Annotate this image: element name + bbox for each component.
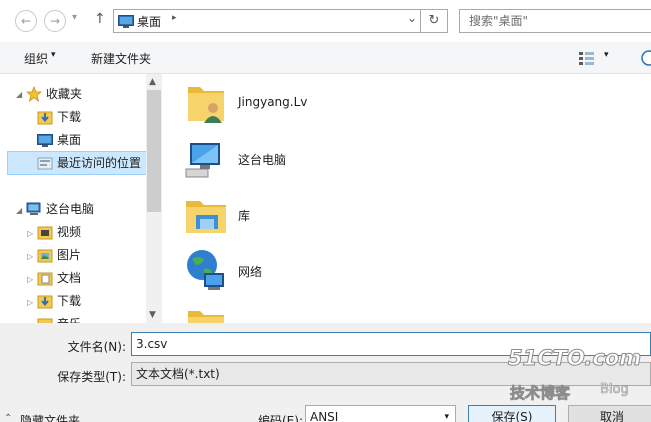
scroll-down-arrow-icon[interactable]: ▼ <box>149 310 156 320</box>
videos-folder-icon <box>37 226 53 240</box>
nav-label: 文档 <box>57 271 82 285</box>
list-item-user-folder[interactable]: Jingyang.Lv <box>182 77 382 129</box>
user-folder-icon <box>188 87 224 123</box>
computer-icon <box>185 143 220 178</box>
item-label: 库 <box>238 209 251 223</box>
list-item-this-pc[interactable]: 这台电脑 <box>182 133 382 185</box>
filename-input[interactable]: 3.csv <box>131 332 651 356</box>
organize-button[interactable]: 组织 <box>24 50 48 67</box>
pictures-folder-icon <box>37 249 53 263</box>
address-bar[interactable]: 桌面 ▸ ⌄ <box>113 9 421 33</box>
nav-label: 下载 <box>57 110 82 124</box>
item-label: 网络 <box>238 265 263 279</box>
address-toolbar: ← → ▾ ↑ 桌面 ▸ ⌄ ↻ 搜索"桌面" <box>0 0 651 42</box>
back-button[interactable]: ← <box>15 10 37 32</box>
nav-label: 视频 <box>57 225 82 239</box>
file-list: Jingyang.Lv 这台电脑 库 网络 <box>162 74 651 323</box>
new-folder-button[interactable]: 新建文件夹 <box>91 50 151 67</box>
view-caret-icon[interactable]: ▾ <box>604 50 609 60</box>
music-folder-icon <box>37 318 53 323</box>
desktop-icon <box>37 134 53 147</box>
expand-icon[interactable]: ▷ <box>27 275 33 284</box>
command-bar: 组织 ▾ 新建文件夹 ▾ <box>0 42 651 74</box>
search-input[interactable]: 搜索"桌面" <box>459 9 651 33</box>
documents-folder-icon <box>37 272 53 286</box>
network-icon <box>187 250 224 290</box>
expand-icon[interactable]: ▷ <box>27 252 33 261</box>
filetype-value: 文本文档(*.txt) <box>136 367 220 381</box>
chevron-down-icon: ▾ <box>444 412 449 422</box>
help-icon[interactable] <box>641 50 651 66</box>
save-button[interactable]: 保存(S) <box>468 405 556 422</box>
list-item-libraries[interactable]: 库 <box>182 189 382 241</box>
encoding-label: 编码(E): <box>258 414 303 422</box>
nav-label: 音乐 <box>57 313 81 323</box>
filetype-select[interactable]: 文本文档(*.txt) <box>131 362 651 386</box>
star-icon <box>26 86 42 102</box>
address-dropdown-button[interactable]: ⌄ <box>407 11 417 25</box>
desktop-icon <box>118 15 134 28</box>
nav-label: 图片 <box>57 248 82 262</box>
breadcrumb-desktop[interactable]: 桌面 <box>137 13 161 30</box>
up-button[interactable]: ↑ <box>94 11 106 27</box>
item-label: 这台电脑 <box>238 153 287 167</box>
hide-folders-button[interactable]: 隐藏文件夹 <box>20 412 80 422</box>
expand-collapse-icon[interactable]: ◢ <box>16 90 22 99</box>
filename-label: 文件名(N): <box>67 340 126 354</box>
expand-icon[interactable]: ▷ <box>27 229 33 238</box>
list-item-network[interactable]: 网络 <box>182 245 382 297</box>
downloads-folder-icon <box>37 111 53 125</box>
organize-caret-icon: ▾ <box>51 50 56 60</box>
cancel-button[interactable]: 取消 <box>568 405 651 422</box>
refresh-button[interactable]: ↻ <box>421 9 448 33</box>
nav-label: 最近访问的位置 <box>57 156 142 170</box>
encoding-select[interactable]: ANSI ▾ <box>305 405 456 422</box>
nav-label: 下载 <box>57 294 82 308</box>
scroll-up-arrow-icon[interactable]: ▲ <box>149 77 156 87</box>
filetype-label: 保存类型(T): <box>57 370 126 384</box>
navigation-pane: ◢ 收藏夹 下载 桌面 最近访问的位置 ◢ 这台电脑 ▷ 视频 ▷ 图片 ▷ 文… <box>0 74 161 323</box>
folder-icon <box>188 311 224 323</box>
nav-scrollbar[interactable]: ▲ ▼ <box>146 74 162 323</box>
computer-icon <box>26 202 41 215</box>
expand-icon[interactable]: ▷ <box>27 298 33 307</box>
view-options-icon[interactable] <box>579 51 595 65</box>
nav-label: 桌面 <box>57 133 82 147</box>
nav-label: 这台电脑 <box>46 202 95 216</box>
nav-label: 收藏夹 <box>46 87 83 101</box>
recent-locations-button[interactable]: ▾ <box>72 12 77 23</box>
expand-collapse-icon[interactable]: ◢ <box>16 206 22 215</box>
breadcrumb-chevron-icon[interactable]: ▸ <box>172 13 177 23</box>
scrollbar-thumb[interactable] <box>147 90 161 212</box>
list-item-folder[interactable] <box>182 301 382 323</box>
forward-button[interactable]: → <box>44 10 66 32</box>
downloads-folder-icon <box>37 295 53 309</box>
library-icon <box>186 201 226 233</box>
hide-folders-chevron-icon[interactable]: ⌃ <box>4 413 12 422</box>
item-label: Jingyang.Lv <box>238 95 308 109</box>
encoding-value: ANSI <box>310 410 339 422</box>
recent-places-icon <box>37 157 53 170</box>
